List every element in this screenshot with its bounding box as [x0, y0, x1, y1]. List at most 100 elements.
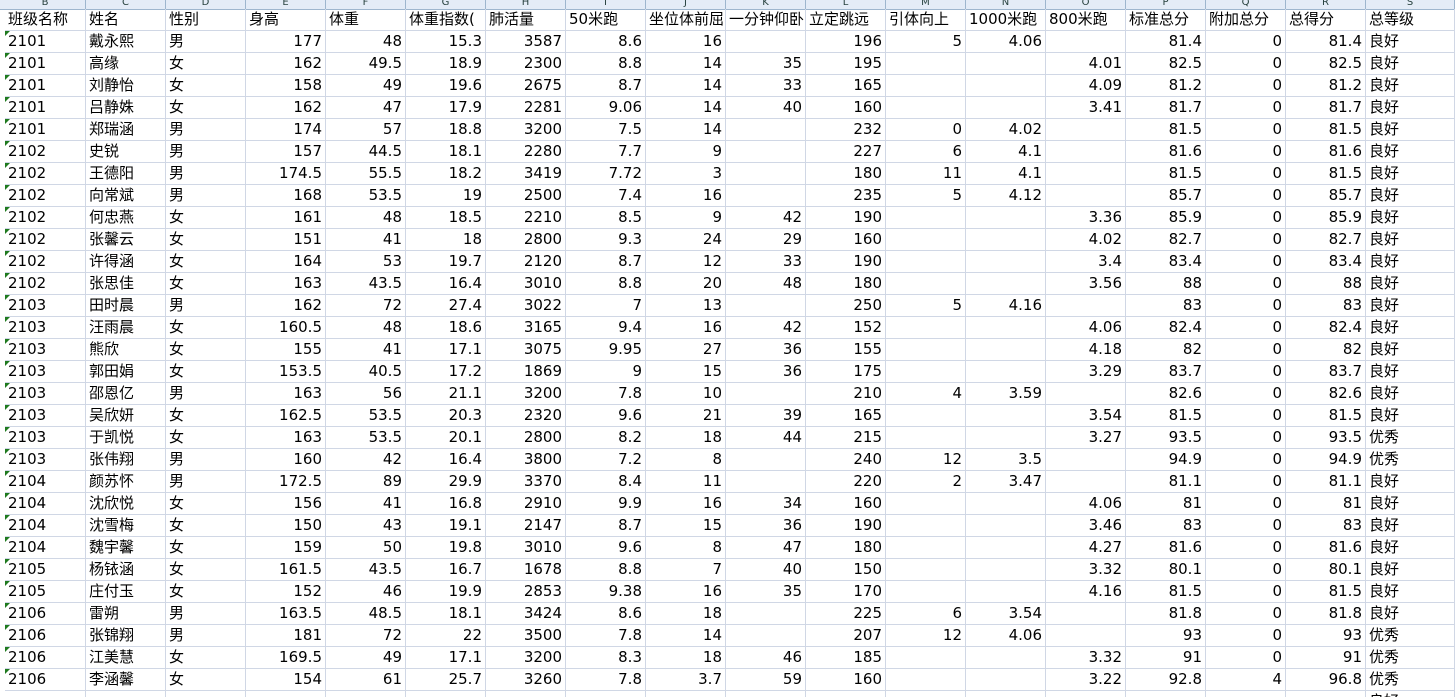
cell[interactable]: 18.5	[406, 207, 486, 229]
cell[interactable]: 沈雪梅	[86, 515, 166, 537]
cell[interactable]: 0	[1206, 119, 1286, 141]
cell[interactable]: 163	[246, 427, 326, 449]
cell[interactable]: 0	[1206, 185, 1286, 207]
cell[interactable]: 李涵馨	[86, 669, 166, 691]
cell[interactable]	[726, 691, 806, 697]
cell[interactable]: 良好	[1366, 339, 1455, 361]
cell[interactable]: 张馨云	[86, 229, 166, 251]
cell[interactable]: 良好	[1366, 75, 1455, 97]
cell[interactable]: 男	[166, 295, 246, 317]
cell[interactable]: 82.4	[1286, 317, 1366, 339]
cell[interactable]: 史锐	[86, 141, 166, 163]
cell[interactable]: 17.1	[406, 339, 486, 361]
cell[interactable]: 男	[166, 603, 246, 625]
header-cell[interactable]: 体重	[326, 9, 406, 31]
cell[interactable]: 164	[246, 251, 326, 273]
cell[interactable]: 8	[646, 537, 726, 559]
cell[interactable]: 3.32	[1046, 647, 1126, 669]
cell[interactable]: 0	[1206, 273, 1286, 295]
cell[interactable]: 18	[406, 229, 486, 251]
cell[interactable]: 3200	[486, 647, 566, 669]
cell[interactable]: 17.1	[406, 647, 486, 669]
cell[interactable]: 女	[166, 427, 246, 449]
column-letter-O[interactable]: O	[1046, 0, 1126, 9]
cell[interactable]: 9.95	[566, 339, 646, 361]
cell[interactable]: 56	[326, 383, 406, 405]
cell[interactable]: 88	[1286, 273, 1366, 295]
cell[interactable]: 81.5	[1286, 119, 1366, 141]
cell[interactable]: 2300	[486, 53, 566, 75]
cell[interactable]: 戴永熙	[86, 31, 166, 53]
cell[interactable]	[1046, 603, 1126, 625]
header-cell[interactable]: 体重指数(	[406, 9, 486, 31]
cell[interactable]	[886, 207, 966, 229]
cell[interactable]: 20.1	[406, 427, 486, 449]
cell[interactable]: 18.9	[406, 53, 486, 75]
cell[interactable]: 3.47	[966, 471, 1046, 493]
cell[interactable]	[726, 449, 806, 471]
cell[interactable]: 83.4	[1286, 251, 1366, 273]
cell[interactable]: 43.5	[326, 559, 406, 581]
cell[interactable]: 190	[806, 207, 886, 229]
cell[interactable]: 18.1	[406, 603, 486, 625]
cell[interactable]: 4	[1206, 669, 1286, 691]
cell[interactable]: 郭田娟	[86, 361, 166, 383]
cell[interactable]: 36	[726, 339, 806, 361]
cell[interactable]: 151	[246, 229, 326, 251]
cell[interactable]: 2105	[5, 559, 86, 581]
cell[interactable]: 2101	[5, 75, 86, 97]
cell[interactable]: 82.6	[1126, 383, 1206, 405]
cell[interactable]: 熊欣	[86, 339, 166, 361]
cell[interactable]: 190	[806, 515, 886, 537]
cell[interactable]: 4.06	[966, 625, 1046, 647]
cell[interactable]: 47	[326, 97, 406, 119]
cell[interactable]: 女	[166, 581, 246, 603]
cell[interactable]: 82.5	[1286, 53, 1366, 75]
cell[interactable]: 83	[1126, 295, 1206, 317]
cell[interactable]: 高缘	[86, 53, 166, 75]
cell[interactable]: 4.12	[966, 185, 1046, 207]
cell[interactable]: 81	[1286, 493, 1366, 515]
cell[interactable]	[1046, 141, 1126, 163]
cell[interactable]	[166, 691, 246, 697]
cell[interactable]	[1046, 163, 1126, 185]
cell[interactable]: 5	[886, 185, 966, 207]
cell[interactable]: 81.4	[1286, 31, 1366, 53]
cell[interactable]: 180	[806, 163, 886, 185]
cell[interactable]: 8.2	[566, 427, 646, 449]
cell[interactable]: 83	[1286, 295, 1366, 317]
cell[interactable]: 2106	[5, 603, 86, 625]
cell[interactable]: 215	[806, 427, 886, 449]
cell[interactable]	[966, 427, 1046, 449]
cell[interactable]: 女	[166, 317, 246, 339]
cell[interactable]: 81.8	[1126, 603, 1206, 625]
cell[interactable]: 170	[806, 581, 886, 603]
cell[interactable]: 19.7	[406, 251, 486, 273]
cell[interactable]: 何忠燕	[86, 207, 166, 229]
cell[interactable]: 2280	[486, 141, 566, 163]
cell[interactable]: 163.5	[246, 603, 326, 625]
cell[interactable]: 17.2	[406, 361, 486, 383]
cell[interactable]: 2101	[5, 97, 86, 119]
cell[interactable]	[726, 295, 806, 317]
cell[interactable]: 53.5	[326, 185, 406, 207]
cell[interactable]: 83.4	[1126, 251, 1206, 273]
cell[interactable]: 225	[806, 603, 886, 625]
cell[interactable]	[86, 691, 166, 697]
cell[interactable]: 吕静姝	[86, 97, 166, 119]
cell[interactable]: 29	[726, 229, 806, 251]
cell[interactable]: 2106	[5, 669, 86, 691]
cell[interactable]: 良好	[1366, 405, 1455, 427]
cell[interactable]: 3.59	[966, 383, 1046, 405]
cell[interactable]: 48	[326, 207, 406, 229]
cell[interactable]: 42	[726, 207, 806, 229]
cell[interactable]: 良好	[1366, 559, 1455, 581]
cell[interactable]: 3	[646, 163, 726, 185]
cell[interactable]: 女	[166, 339, 246, 361]
cell[interactable]: 44	[726, 427, 806, 449]
cell[interactable]: 0	[1206, 427, 1286, 449]
cell[interactable]: 优秀	[1366, 625, 1455, 647]
cell[interactable]	[966, 647, 1046, 669]
cell[interactable]: 50	[326, 537, 406, 559]
cell[interactable]: 良好	[1366, 229, 1455, 251]
